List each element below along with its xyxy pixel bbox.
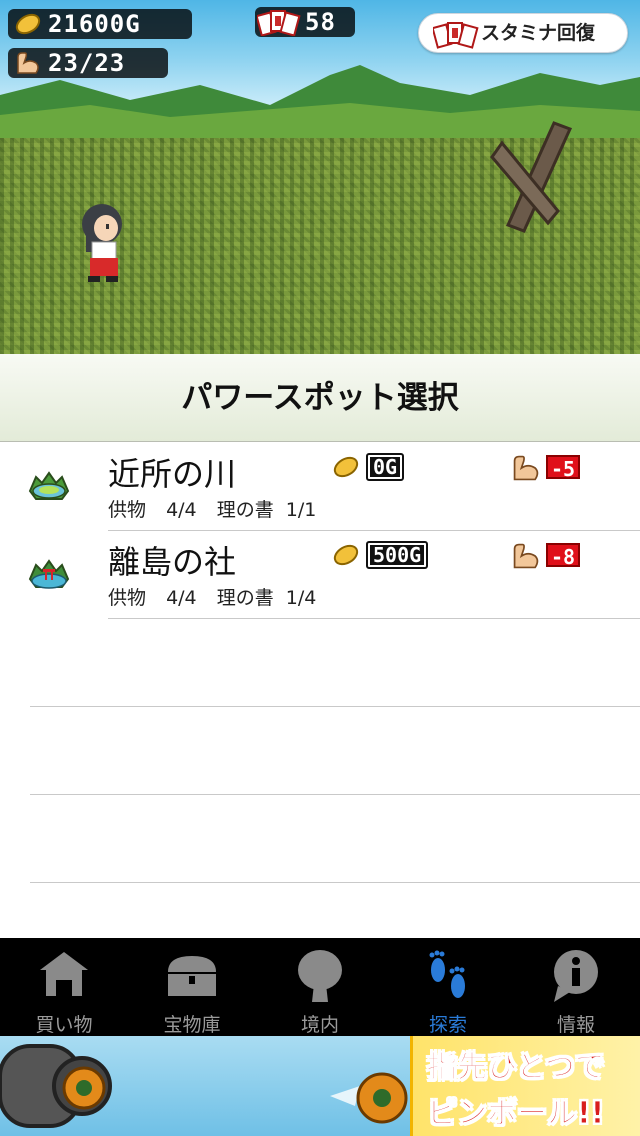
cards-counter: 58 — [255, 7, 355, 37]
hanafuda-cards-icon — [433, 22, 479, 49]
cards-value: 58 — [305, 8, 336, 36]
muscle-arm-icon — [513, 543, 539, 569]
ad-headline-line1: 指先ひとつで — [427, 1050, 606, 1086]
stamina-cost-value: -5 — [546, 455, 581, 481]
offering-label: 供物 — [108, 587, 147, 609]
spot-details: 供物 4/4 理の書 1/4 — [108, 583, 316, 610]
stamina-counter: 23/23 — [8, 48, 168, 78]
hanafuda-cards-icon — [257, 10, 301, 36]
tab-label: 買い物 — [35, 1014, 93, 1036]
game-scene: 21600G 23/23 58 スタミナ回復 — [0, 0, 640, 354]
gold-cost-value: 0G — [366, 453, 405, 481]
book-count: 1/4 — [285, 587, 317, 609]
spot-name: 離島の社 — [108, 543, 237, 581]
list-item[interactable]: 近所の川 供物 4/4 理の書 1/1 0G -5 — [0, 443, 640, 531]
tab-shop[interactable]: 買い物 — [0, 938, 128, 1036]
tab-label: 情報 — [556, 1014, 595, 1036]
muscle-arm-icon — [17, 52, 39, 74]
stamina-cost-value: -8 — [546, 543, 581, 569]
stamina-recover-label: スタミナ回復 — [481, 22, 596, 44]
list-item[interactable]: 離島の社 供物 4/4 理の書 1/4 500G -8 — [0, 531, 640, 619]
offering-label: 供物 — [108, 499, 147, 521]
tab-treasury[interactable]: 宝物庫 — [128, 938, 256, 1036]
muscle-arm-icon — [513, 455, 539, 481]
tab-label: 探索 — [428, 1014, 467, 1036]
tab-bar: 買い物 宝物庫 境内 探索 情報 — [0, 938, 640, 1036]
book-label: 理の書 — [216, 587, 274, 609]
row-divider — [108, 618, 640, 619]
tab-label: 宝物庫 — [163, 1014, 221, 1036]
shrine-maiden-character[interactable] — [76, 200, 126, 284]
treasure-chest-icon — [168, 956, 216, 996]
tab-label: 境内 — [300, 1014, 339, 1036]
row-divider — [30, 706, 640, 707]
tab-explore[interactable]: 探索 — [384, 938, 512, 1036]
coin-icon — [15, 13, 41, 35]
stamina-recover-button[interactable]: スタミナ回復 — [418, 13, 628, 53]
ad-text-panel: 指先ひとつで ピンボール!! — [410, 1036, 640, 1136]
book-count: 1/1 — [285, 499, 317, 521]
river-spot-thumbnail — [28, 471, 70, 500]
ad-banner[interactable]: 指先ひとつで ピンボール!! — [0, 1036, 640, 1136]
row-divider — [30, 794, 640, 795]
spot-name: 近所の川 — [108, 455, 237, 493]
row-divider — [30, 882, 640, 883]
power-spot-list[interactable]: 近所の川 供物 4/4 理の書 1/1 0G -5 離島の社 供物 4/4 理の… — [0, 443, 640, 938]
shop-icon — [40, 952, 88, 996]
book-label: 理の書 — [216, 499, 274, 521]
island-shrine-thumbnail — [28, 559, 70, 589]
ad-headline-line2: ピンボール!! — [426, 1096, 605, 1132]
gold-counter: 21600G — [8, 9, 192, 39]
gold-cost-value: 500G — [366, 541, 429, 569]
pinball-ad-art — [0, 1044, 408, 1128]
gold-value: 21600G — [48, 10, 141, 38]
page-title: パワースポット選択 — [0, 354, 640, 442]
tree-icon — [298, 950, 342, 1002]
crossed-wooden-post — [490, 121, 573, 233]
footprints-icon — [429, 950, 465, 998]
coin-icon — [333, 544, 359, 566]
offering-count: 4/4 — [166, 587, 197, 609]
spot-details: 供物 4/4 理の書 1/1 — [108, 495, 316, 522]
tab-precincts[interactable]: 境内 — [256, 938, 384, 1036]
info-icon — [554, 950, 598, 1002]
tab-info[interactable]: 情報 — [512, 938, 640, 1036]
stamina-value: 23/23 — [48, 49, 126, 77]
coin-icon — [333, 456, 359, 478]
offering-count: 4/4 — [166, 499, 197, 521]
